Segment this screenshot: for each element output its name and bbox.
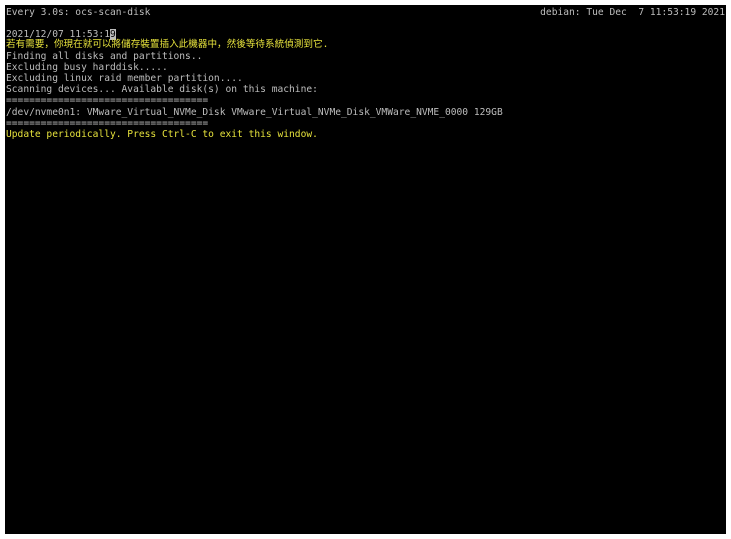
excluding-busy-line: Excluding busy harddisk.....: [6, 62, 168, 73]
separator-top: ===================================: [6, 95, 209, 106]
watch-command-header: Every 3.0s: ocs-scan-disk: [6, 7, 151, 18]
update-hint-line: Update periodically. Press Ctrl-C to exi…: [6, 129, 318, 140]
insert-device-notice: 若有需要，你現在就可以將儲存裝置插入此機器中，然後等待系統偵測到它.: [6, 39, 329, 50]
finding-disks-line: Finding all disks and partitions..: [6, 51, 203, 62]
scanning-devices-line: Scanning devices... Available disk(s) on…: [6, 84, 318, 95]
terminal-window[interactable]: Every 3.0s: ocs-scan-disk debian: Tue De…: [5, 5, 726, 534]
host-clock-header: debian: Tue Dec 7 11:53:19 2021: [540, 7, 725, 18]
disk-entry-line: /dev/nvme0n1: VMware_Virtual_NVMe_Disk V…: [6, 107, 503, 118]
separator-bottom: ===================================: [6, 118, 209, 129]
excluding-raid-line: Excluding linux raid member partition...…: [6, 73, 243, 84]
